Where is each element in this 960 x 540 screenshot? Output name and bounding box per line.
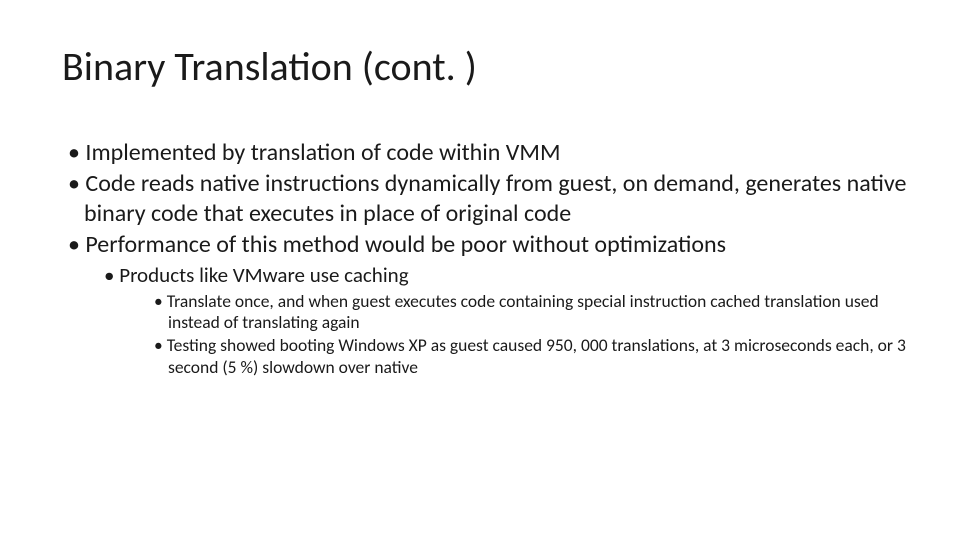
slide-body: Implemented by translation of code withi… — [62, 138, 910, 380]
bullet-level1: Implemented by translation of code withi… — [62, 138, 910, 167]
bullet-level2: Products like VMware use caching — [62, 263, 910, 289]
bullet-level3: Testing showed booting Windows XP as gue… — [62, 335, 910, 378]
bullet-level1: Code reads native instructions dynamical… — [62, 169, 910, 228]
slide-title: Binary Translation (cont. ) — [62, 42, 477, 91]
bullet-level3: Translate once, and when guest executes … — [62, 291, 910, 334]
slide: Binary Translation (cont. ) Implemented … — [0, 0, 960, 540]
bullet-level1: Performance of this method would be poor… — [62, 230, 910, 259]
